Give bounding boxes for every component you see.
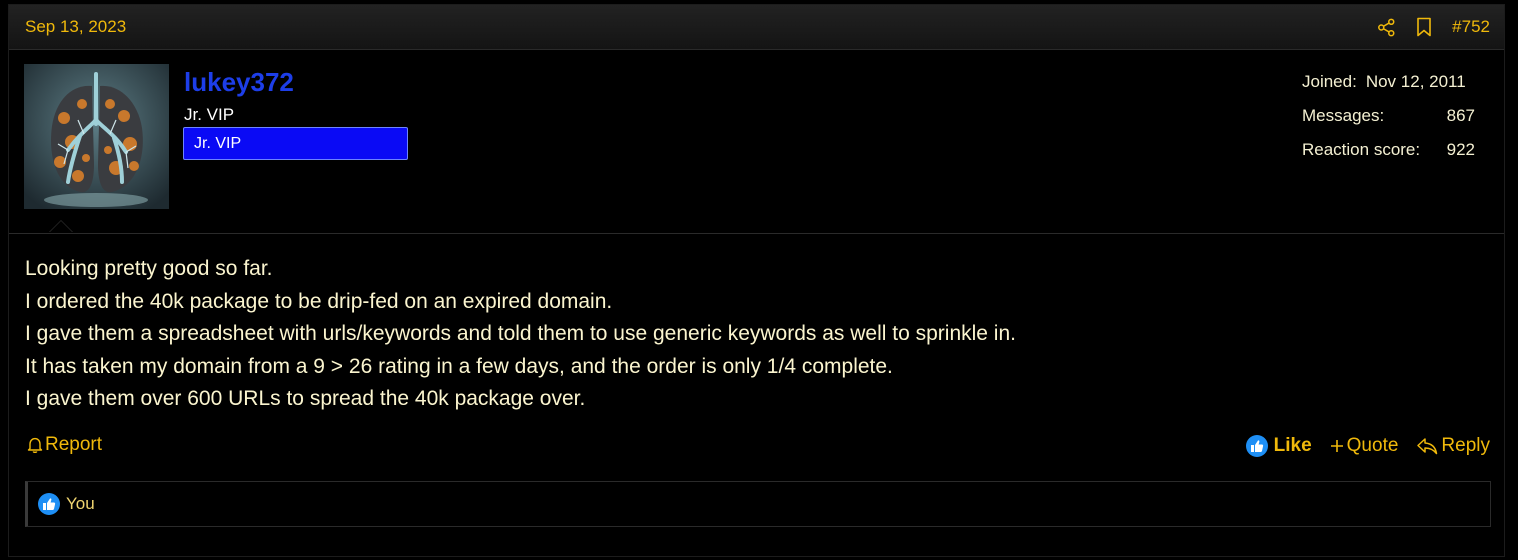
- username-link[interactable]: lukey372: [184, 67, 294, 98]
- footer-actions: Like Quote Reply: [1228, 431, 1490, 461]
- thumbs-up-icon: [1245, 435, 1268, 457]
- quote-label: Quote: [1346, 435, 1399, 456]
- thumbs-up-icon: [38, 493, 60, 515]
- like-label: Like: [1273, 435, 1312, 456]
- message-line: I ordered the 40k package to be drip-fed…: [25, 289, 613, 313]
- avatar[interactable]: [24, 64, 169, 209]
- bookmark-icon[interactable]: [1416, 17, 1432, 37]
- stat-joined-value: Nov 12, 2011: [1365, 72, 1466, 91]
- stat-reaction-label: Reaction score:: [1302, 140, 1421, 159]
- reply-label: Reply: [1441, 435, 1490, 456]
- reactions-bar[interactable]: You: [25, 481, 1491, 527]
- post-number-link[interactable]: #752: [1452, 17, 1490, 37]
- reply-button[interactable]: Reply: [1416, 435, 1490, 457]
- stat-joined: Joined: Nov 12, 2011: [1302, 71, 1475, 105]
- avatar-pointer: [49, 220, 73, 232]
- stat-reaction-score: Reaction score: 922: [1302, 139, 1475, 173]
- stat-reaction-value: 922: [1446, 140, 1475, 159]
- like-button[interactable]: Like: [1245, 435, 1312, 457]
- message-line: It has taken my domain from a 9 > 26 rat…: [25, 354, 893, 378]
- report-button[interactable]: Report: [27, 434, 102, 456]
- reactions-text[interactable]: You: [66, 494, 95, 514]
- post-footer: Report Like Quote Reply: [9, 431, 1504, 461]
- stat-messages-value[interactable]: 867: [1447, 105, 1475, 139]
- header-actions: #752: [1377, 14, 1490, 40]
- user-stats: Joined: Nov 12, 2011 Messages: 867 React…: [1302, 71, 1475, 173]
- share-icon[interactable]: [1377, 18, 1396, 37]
- stat-messages: Messages: 867: [1302, 105, 1475, 139]
- message-line: I gave them over 600 URLs to spread the …: [25, 387, 586, 410]
- stat-joined-label: Joined:: [1302, 72, 1357, 91]
- bell-icon: [27, 436, 43, 454]
- header-divider: [9, 233, 1504, 234]
- post-date[interactable]: Sep 13, 2023: [25, 17, 126, 37]
- quote-button[interactable]: Quote: [1330, 435, 1399, 457]
- message-line: I gave them a spreadsheet with urls/keyw…: [25, 322, 1016, 345]
- post-header: Sep 13, 2023 #752: [9, 5, 1504, 50]
- message-body: Looking pretty good so far. I ordered th…: [25, 253, 1465, 416]
- plus-icon: [1330, 439, 1344, 453]
- post-container: Sep 13, 2023 #752 lukey372 Jr. VIP Jr. V…: [8, 4, 1505, 557]
- stat-messages-label: Messages:: [1302, 106, 1385, 125]
- user-title: Jr. VIP: [184, 105, 235, 124]
- report-label: Report: [45, 434, 103, 455]
- user-banner: Jr. VIP: [183, 127, 408, 160]
- message-line: Looking pretty good so far.: [25, 257, 273, 280]
- reply-arrow-icon: [1416, 437, 1438, 455]
